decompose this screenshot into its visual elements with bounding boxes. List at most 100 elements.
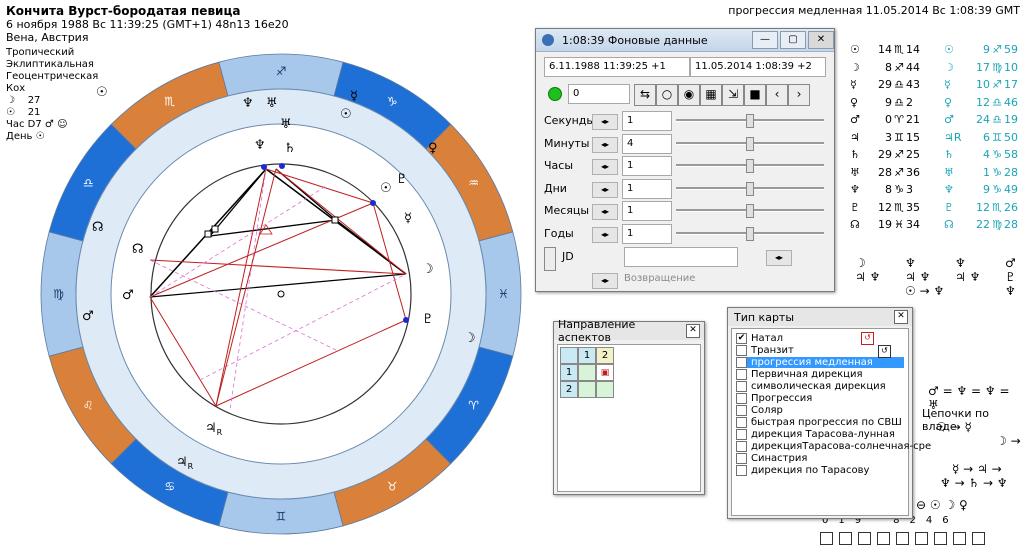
chart-type-titlebar[interactable]: Тип карты ✕ <box>728 308 912 326</box>
mini-button[interactable] <box>896 532 909 545</box>
mini-button[interactable] <box>953 532 966 545</box>
number: 4 <box>925 515 933 526</box>
chart-type-item[interactable]: дирекцияТарасова-солнечная-сре <box>736 441 931 452</box>
jd-field[interactable] <box>624 247 738 267</box>
chart-type-checkbox[interactable]: ✔ <box>736 333 747 344</box>
chart-type-checkbox[interactable] <box>736 465 747 476</box>
chart-type-checkbox[interactable] <box>736 429 747 440</box>
radio-button[interactable]: ◉ <box>678 84 700 106</box>
prev-button[interactable]: ‹ <box>766 84 788 106</box>
chart-type-checkbox[interactable] <box>736 369 747 380</box>
grid-cell-icon[interactable]: ▣ <box>596 364 614 381</box>
chart-type-checkbox[interactable]: ✔ <box>736 357 747 368</box>
step-spinner[interactable]: ◂▸ <box>592 226 618 243</box>
aspect-direction-titlebar[interactable]: Направление аспектов ✕ <box>554 318 704 344</box>
slider-thumb[interactable] <box>746 159 754 173</box>
slider-thumb[interactable] <box>746 114 754 128</box>
zodiac-sign-icon: ♋ <box>164 480 175 494</box>
maximize-button[interactable]: ▢ <box>780 31 806 49</box>
planet-icon: ♂ <box>944 113 954 126</box>
refresh-button[interactable]: ⇆ <box>634 84 656 106</box>
chart-type-item[interactable]: символическая дирекция <box>736 381 886 392</box>
jd-toggle[interactable] <box>544 247 556 271</box>
export-button[interactable]: ⇲ <box>722 84 744 106</box>
step-spinner[interactable]: ◂▸ <box>592 136 618 153</box>
progressed-planet-row: ♀ 12 ♎ 46 <box>944 96 1018 109</box>
planet-degree: 12 <box>878 200 892 214</box>
chart-type-checkbox[interactable] <box>736 345 747 356</box>
planet-icon: ☿ <box>944 78 951 91</box>
progressed-planet-row: ♇ 12 ♏ 26 <box>944 201 1018 214</box>
next-button[interactable]: › <box>788 84 810 106</box>
close-button[interactable]: ✕ <box>894 310 908 324</box>
slider-thumb[interactable] <box>746 136 754 151</box>
step-value[interactable]: 1 <box>622 178 672 199</box>
return-spinner[interactable]: ◂▸ <box>592 273 618 289</box>
sign-icon: ♎ <box>894 78 904 91</box>
zodiac-sign-icon: ♉ <box>387 480 398 494</box>
step-value[interactable]: 1 <box>622 111 672 131</box>
grid-cell[interactable] <box>578 381 596 398</box>
transit-edit-icon[interactable]: ↺ <box>878 345 891 358</box>
planet-row: ♃ 3 ♊ 15 <box>850 131 926 144</box>
chart-type-checkbox[interactable] <box>736 381 747 392</box>
chart-type-item[interactable]: ✔ прогрессия медленная <box>736 357 904 368</box>
grid-cell[interactable] <box>596 381 614 398</box>
natal-edit-icon[interactable]: ↺ <box>861 332 874 345</box>
planet-dot <box>261 164 267 170</box>
slider-thumb[interactable] <box>746 226 754 241</box>
chart-type-item[interactable]: Первичная дирекция <box>736 369 862 380</box>
mini-button[interactable] <box>877 532 890 545</box>
close-button[interactable]: ✕ <box>686 324 700 338</box>
chart-type-checkbox[interactable] <box>736 441 747 452</box>
step-value[interactable]: 4 <box>622 133 672 154</box>
chart-type-checkbox[interactable] <box>736 453 747 464</box>
natal-date-field[interactable]: 6.11.1988 11:39:25 +1 <box>544 57 690 77</box>
chart-type-item[interactable]: ✔ Натал <box>736 333 783 344</box>
chart-type-item[interactable]: Синастрия <box>736 453 807 464</box>
chart-type-item[interactable]: дирекция по Тарасову <box>736 465 869 476</box>
chart-type-checkbox[interactable] <box>736 417 747 428</box>
uranus-icon: ♅ <box>280 117 292 132</box>
minimize-button[interactable]: — <box>752 31 778 49</box>
chart-type-item[interactable]: быстрая прогрессия по СВШ <box>736 417 902 428</box>
chart-type-checkbox[interactable] <box>736 405 747 416</box>
chart-button[interactable]: ▦ <box>700 84 722 106</box>
step-spinner[interactable]: ◂▸ <box>592 204 618 220</box>
slider-thumb[interactable] <box>746 181 754 196</box>
planet-row: ☿ 29 ♎ 43 <box>850 78 926 91</box>
step-spinner[interactable]: ◂▸ <box>592 181 618 198</box>
grid-cell[interactable] <box>578 364 596 381</box>
step-spinner[interactable]: ◂▸ <box>592 159 618 175</box>
mini-button[interactable] <box>858 532 871 545</box>
jd-spinner[interactable]: ◂▸ <box>766 250 792 266</box>
save-button[interactable]: ■ <box>744 84 766 106</box>
progression-date-field[interactable]: 11.05.2014 1:08:39 +2 <box>690 57 826 77</box>
mini-button[interactable] <box>839 532 852 545</box>
mercury-icon: ☿ <box>350 89 358 104</box>
progressed-planet-row: ☿ 10 ♐ 17 <box>944 78 1018 91</box>
mini-button[interactable] <box>820 532 833 545</box>
step-spinner[interactable]: ◂▸ <box>592 114 618 130</box>
chart-type-item[interactable]: дирекция Тарасова-лунная <box>736 429 895 440</box>
planet-icon: ♇ <box>850 200 860 214</box>
step-value[interactable]: 1 <box>622 223 672 244</box>
circle-button[interactable]: ○ <box>656 84 678 106</box>
chart-type-label: прогрессия медленная <box>751 357 873 368</box>
chart-type-item[interactable]: Прогрессия <box>736 393 812 404</box>
chart-type-item[interactable]: Транзит <box>736 345 794 356</box>
chart-type-checkbox[interactable] <box>736 393 747 404</box>
mini-button[interactable] <box>915 532 928 545</box>
planet-row: ♅ 28 ♐ 36 <box>850 166 926 179</box>
progressed-planet-row: ♄ 4 ♑ 58 <box>944 148 1018 161</box>
slider-thumb[interactable] <box>746 204 754 218</box>
step-value[interactable]: 1 <box>622 201 672 221</box>
background-data-titlebar[interactable]: 1:08:39 Фоновые данные — ▢ ✕ <box>536 29 834 52</box>
step-value[interactable]: 1 <box>622 156 672 176</box>
planet-icon: ☽ <box>850 60 860 74</box>
chart-type-item[interactable]: Соляр <box>736 405 783 416</box>
counter-field[interactable]: 0 <box>568 84 630 104</box>
mini-button[interactable] <box>972 532 985 545</box>
mini-button[interactable] <box>934 532 947 545</box>
close-button[interactable]: ✕ <box>808 31 834 49</box>
